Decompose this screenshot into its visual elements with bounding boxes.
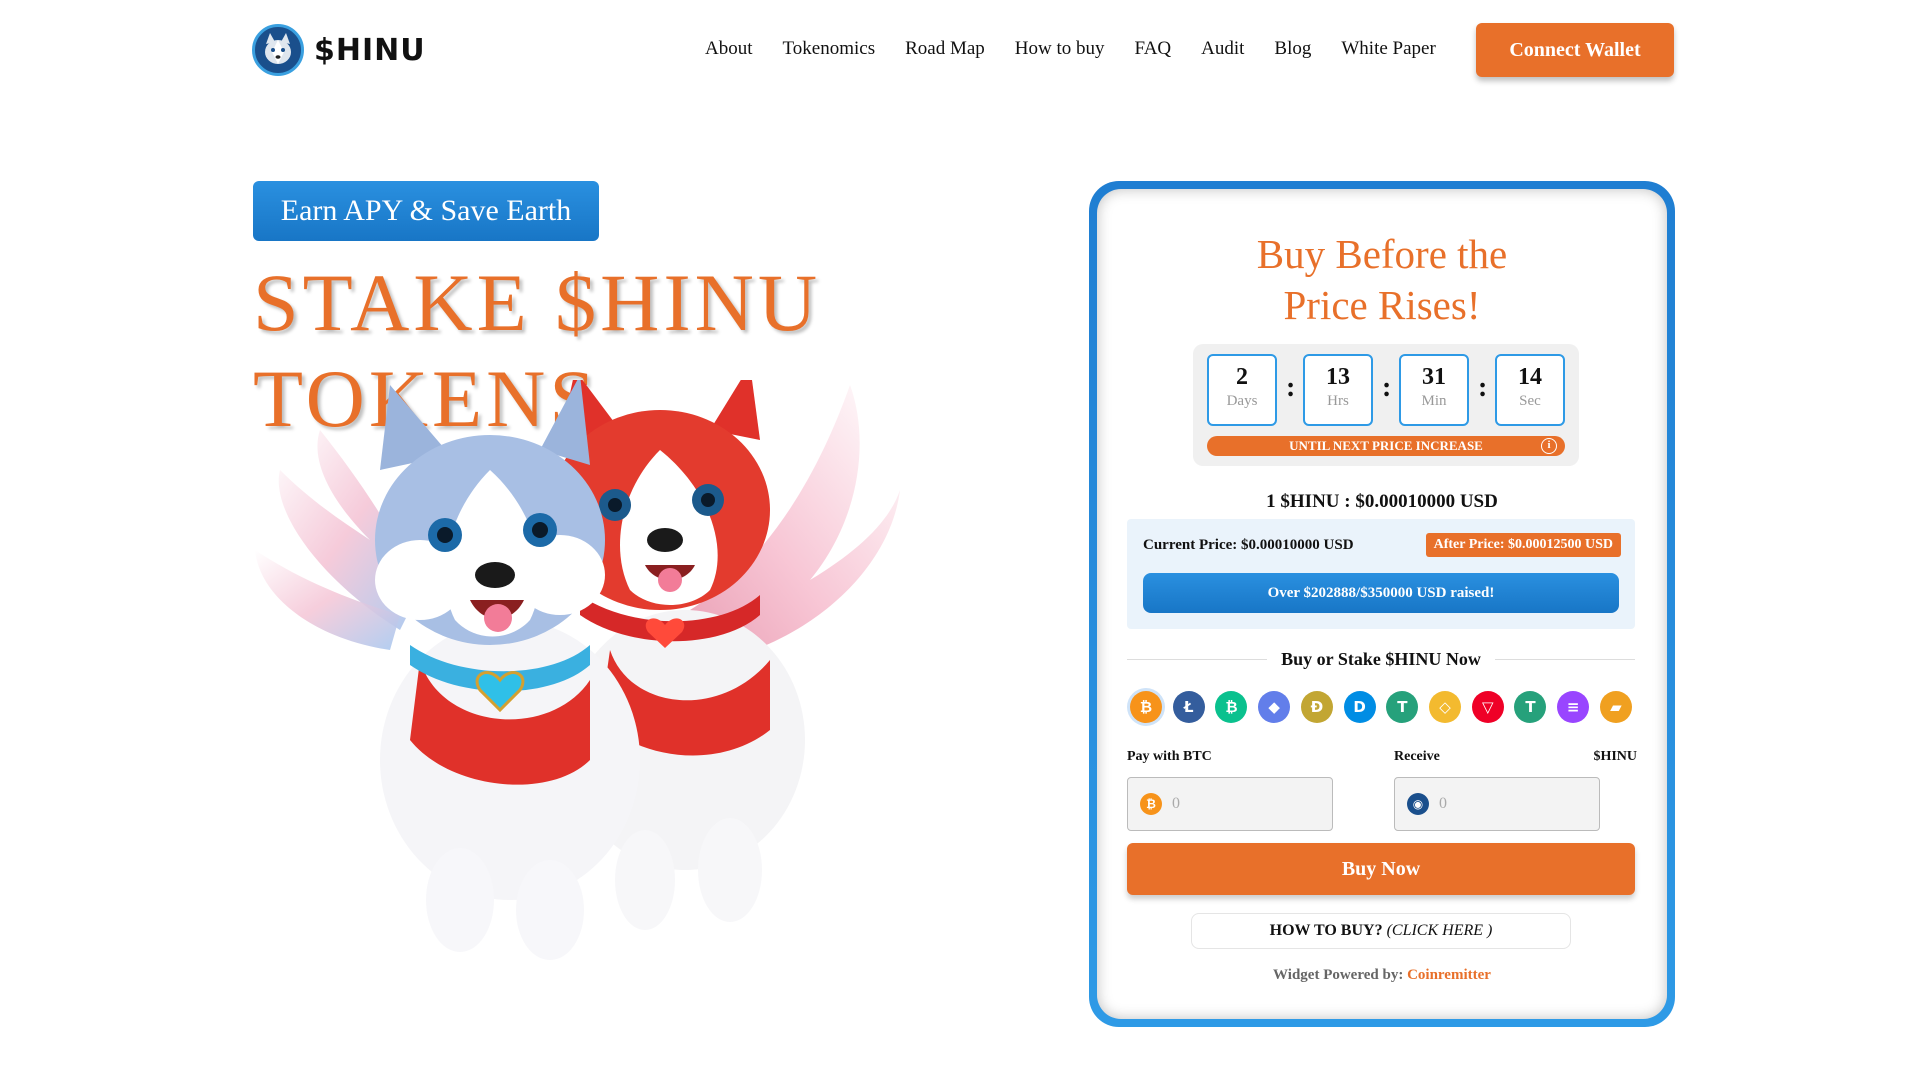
receive-unit-label: $HINU — [1593, 749, 1637, 764]
bnb-icon[interactable]: ◇ — [1429, 691, 1462, 723]
token-rate: 1 $HINU : $0.00010000 USD — [1266, 491, 1498, 512]
raised-progress: Over $202888/$350000 USD raised! — [1143, 573, 1619, 613]
how-to-buy-text: HOW TO BUY? — [1269, 922, 1383, 939]
bch-icon[interactable]: ₿ — [1215, 691, 1248, 723]
nav-about[interactable]: About — [705, 38, 753, 60]
timer-separator: : — [1286, 372, 1296, 403]
widget-title-line-1: Buy Before the — [1256, 231, 1508, 277]
pay-amount-input[interactable]: ₿ 0 — [1127, 777, 1333, 831]
dash-icon[interactable]: D — [1343, 691, 1376, 723]
timer-hours-label: Hrs — [1327, 393, 1349, 409]
timer-seconds-label: Sec — [1519, 393, 1541, 409]
payment-currency-list: ₿ Ł ₿ ◆ Ð D T ◇ ▽ T ≡ ▰ — [1127, 691, 1635, 727]
buy-now-button[interactable]: Buy Now — [1127, 843, 1635, 895]
ltc-icon[interactable]: Ł — [1172, 691, 1205, 723]
until-next-price-bar: UNTIL NEXT PRICE INCREASE i — [1207, 436, 1565, 456]
until-next-price-label: UNTIL NEXT PRICE INCREASE — [1289, 438, 1483, 453]
presale-widget: Buy Before the Price Rises! 2 Days : 13 … — [1089, 181, 1675, 1027]
usdt-icon[interactable]: T — [1386, 691, 1419, 723]
wallet-icon[interactable]: ▰ — [1599, 691, 1632, 723]
how-to-buy-link[interactable]: HOW TO BUY? (CLICK HERE ) — [1191, 913, 1571, 949]
nav-blog[interactable]: Blog — [1274, 38, 1311, 60]
btc-icon[interactable]: ₿ — [1130, 691, 1162, 723]
usdt-trc20-icon[interactable]: T — [1514, 691, 1547, 723]
nav-white-paper[interactable]: White Paper — [1341, 38, 1435, 60]
logo-text: $HINU — [314, 32, 426, 68]
info-icon[interactable]: i — [1541, 438, 1557, 454]
timer-days: 2 Days — [1207, 354, 1277, 426]
timer-seconds: 14 Sec — [1495, 354, 1565, 426]
timer-minutes: 31 Min — [1399, 354, 1469, 426]
buy-or-stake-heading: Buy or Stake $HINU Now — [1281, 648, 1481, 669]
timer-separator: : — [1382, 372, 1392, 403]
timer-hours: 13 Hrs — [1303, 354, 1373, 426]
click-here-text: (CLICK HERE ) — [1386, 922, 1493, 939]
site-logo[interactable]: $HINU — [252, 24, 426, 76]
price-info-box: Current Price: $0.00010000 USD After Pri… — [1127, 519, 1635, 629]
timer-minutes-label: Min — [1421, 393, 1447, 409]
nav-tokenomics[interactable]: Tokenomics — [783, 38, 876, 60]
timer-days-label: Days — [1226, 393, 1258, 409]
timer-seconds-value: 14 — [1518, 364, 1542, 390]
headline-line-1: STAKE $HINU — [253, 257, 822, 348]
buy-or-stake-divider: Buy or Stake $HINU Now — [1127, 647, 1635, 671]
top-nav: $HINU About Tokenomics Road Map How to b… — [0, 0, 1913, 100]
husky-token-icon: ◉ — [1407, 793, 1429, 815]
connect-wallet-button[interactable]: Connect Wallet — [1476, 23, 1674, 77]
timer-separator: : — [1478, 372, 1488, 403]
receive-label: Receive — [1394, 749, 1440, 764]
timer-hours-value: 13 — [1326, 364, 1350, 390]
doge-icon[interactable]: Ð — [1300, 691, 1333, 723]
nav-faq[interactable]: FAQ — [1135, 38, 1172, 60]
receive-amount-value: 0 — [1439, 795, 1447, 812]
flying-husky-pups-illustration — [255, 380, 900, 960]
current-price: Current Price: $0.00010000 USD — [1143, 537, 1354, 553]
after-price-badge: After Price: $0.00012500 USD — [1425, 533, 1621, 557]
pay-with-label: Pay with BTC — [1127, 749, 1212, 764]
nav-audit[interactable]: Audit — [1201, 38, 1244, 60]
coinremitter-link[interactable]: Coinremitter — [1407, 967, 1491, 983]
nav-road-map[interactable]: Road Map — [905, 38, 985, 60]
widget-title: Buy Before the Price Rises! — [1097, 229, 1667, 331]
powered-by-label: Widget Powered by: — [1273, 967, 1404, 983]
pay-amount-value: 0 — [1172, 795, 1180, 812]
timer-minutes-value: 31 — [1422, 364, 1446, 390]
eth-icon[interactable]: ◆ — [1258, 691, 1291, 723]
countdown-timer: 2 Days : 13 Hrs : 31 Min : 14 Sec UNTIL … — [1193, 344, 1579, 466]
sol-icon[interactable]: ≡ — [1557, 691, 1590, 723]
husky-logo-icon — [252, 24, 304, 76]
earn-apy-tag: Earn APY & Save Earth — [253, 181, 599, 241]
widget-powered-by: Widget Powered by: Coinremitter — [1097, 967, 1667, 984]
receive-amount-input[interactable]: ◉ 0 — [1394, 777, 1600, 831]
btc-icon: ₿ — [1140, 793, 1162, 815]
widget-title-line-2: Price Rises! — [1283, 282, 1481, 328]
main-menu: About Tokenomics Road Map How to buy FAQ… — [705, 38, 1466, 60]
widget-card: Buy Before the Price Rises! 2 Days : 13 … — [1097, 189, 1667, 1019]
divider-line — [1494, 658, 1635, 660]
divider-line — [1127, 658, 1268, 660]
trx-icon[interactable]: ▽ — [1471, 691, 1504, 723]
nav-how-to-buy[interactable]: How to buy — [1015, 38, 1105, 60]
timer-days-value: 2 — [1236, 364, 1248, 390]
